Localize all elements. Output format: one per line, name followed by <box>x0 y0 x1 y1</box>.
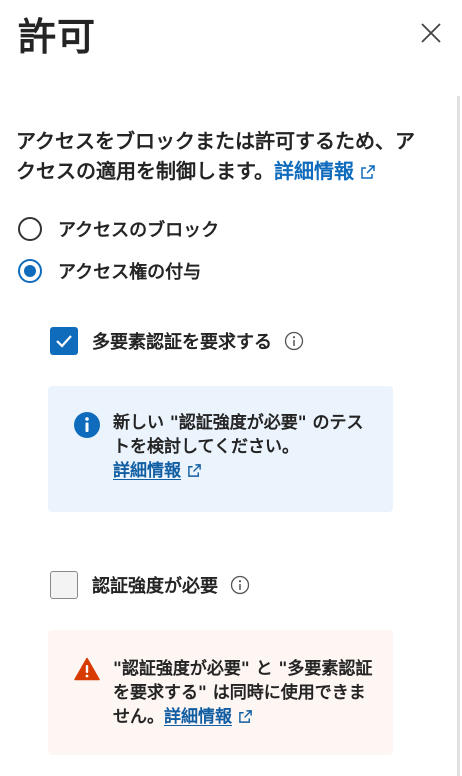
external-link-icon <box>188 464 201 477</box>
external-link-icon <box>361 165 375 179</box>
warning-message: "認証強度が必要" と "多要素認証を要求する" は同時に使用できません。詳細情… <box>113 657 375 729</box>
warning-learn-more-label: 詳細情報 <box>164 707 232 727</box>
close-icon <box>421 23 441 43</box>
radio-label-block: アクセスのブロック <box>58 220 220 241</box>
panel-title: 許可 <box>18 15 97 59</box>
strength-checkbox[interactable] <box>50 571 78 599</box>
radio-button[interactable] <box>18 217 42 241</box>
strength-checkbox-row[interactable]: 認証強度が必要 <box>50 571 250 599</box>
radio-label-grant: アクセス権の付与 <box>58 262 202 283</box>
radio-grant-access[interactable]: アクセス権の付与 <box>18 258 201 284</box>
radio-button-selected[interactable] <box>18 259 42 283</box>
info-learn-more-label: 詳細情報 <box>113 461 181 481</box>
info-icon[interactable] <box>284 331 304 351</box>
info-learn-more-link[interactable]: 詳細情報 <box>113 461 202 481</box>
checkmark-icon <box>56 335 72 348</box>
scrollbar[interactable] <box>457 96 460 776</box>
info-message-text: 新しい "認証強度が必要" のテストを検討してください。 <box>113 413 364 457</box>
mfa-checkbox[interactable] <box>50 327 78 355</box>
warning-message-box: "認証強度が必要" と "多要素認証を要求する" は同時に使用できません。詳細情… <box>48 630 393 755</box>
warning-icon <box>74 657 100 681</box>
info-message-box: 新しい "認証強度が必要" のテストを検討してください。詳細情報 <box>48 386 393 512</box>
strength-label: 認証強度が必要 <box>92 576 218 597</box>
description: アクセスをブロックまたは許可するため、アクセスの適用を制御します。詳細情報 <box>16 126 426 186</box>
info-icon[interactable] <box>230 575 250 595</box>
learn-more-label: 詳細情報 <box>274 159 354 183</box>
learn-more-link[interactable]: 詳細情報 <box>274 159 376 183</box>
external-link-icon <box>239 710 252 723</box>
radio-block-access[interactable]: アクセスのブロック <box>18 216 219 242</box>
mfa-checkbox-row[interactable]: 多要素認証を要求する <box>50 327 304 355</box>
radio-selected-dot <box>24 265 36 277</box>
info-message: 新しい "認証強度が必要" のテストを検討してください。詳細情報 <box>113 411 375 483</box>
warning-learn-more-link[interactable]: 詳細情報 <box>164 707 253 727</box>
info-circle-icon <box>74 412 100 438</box>
mfa-label: 多要素認証を要求する <box>92 332 272 353</box>
close-button[interactable] <box>414 16 448 50</box>
